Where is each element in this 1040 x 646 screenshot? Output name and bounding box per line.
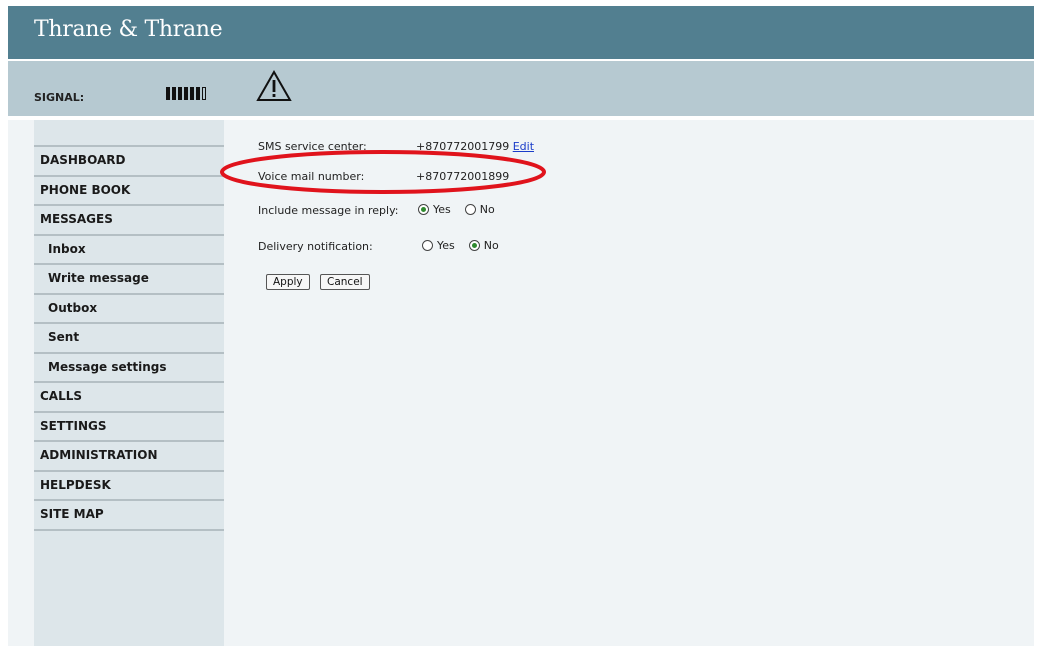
sidebar: DASHBOARD PHONE BOOK MESSAGES Inbox Write me…: [34, 120, 224, 646]
include-message-label: Include message in reply:: [258, 204, 399, 217]
delivery-notification-label: Delivery notification:: [258, 240, 373, 253]
delivery-no-label: No: [483, 239, 499, 252]
sidebar-item-write-message[interactable]: Write message: [34, 265, 224, 295]
sidebar-item-administration[interactable]: ADMINISTRATION: [34, 442, 224, 472]
sidebar-item-helpdesk[interactable]: HELPDESK: [34, 472, 224, 501]
main-area: DASHBOARD PHONE BOOK MESSAGES Inbox Write me…: [8, 120, 1034, 646]
delivery-yes-label: Yes: [437, 239, 455, 252]
sidebar-item-message-settings[interactable]: Message settings: [34, 354, 224, 383]
signal-bar-empty: [202, 87, 206, 100]
signal-bar: [190, 87, 194, 100]
signal-strength-icon: [166, 87, 206, 100]
voicemail-value: +870772001899: [416, 170, 510, 183]
signal-bar: [196, 87, 200, 100]
include-message-no-radio[interactable]: [464, 204, 476, 215]
include-message-radio-group: Yes No: [418, 203, 509, 216]
sidebar-item-site-map[interactable]: SITE MAP: [34, 501, 224, 531]
delivery-no-radio[interactable]: [468, 240, 480, 251]
signal-bar: [184, 87, 188, 100]
sms-center-value: +870772001799: [416, 140, 510, 153]
sidebar-item-dashboard[interactable]: DASHBOARD: [34, 147, 224, 177]
voicemail-label: Voice mail number:: [258, 170, 365, 183]
include-message-no-label: No: [479, 203, 495, 216]
message-settings-form: SMS service center: +870772001799 Edit V…: [258, 134, 958, 334]
signal-bar: [166, 87, 170, 100]
header-bar: Thrane & Thrane: [8, 6, 1034, 59]
sms-center-row: SMS service center: +870772001799 Edit: [258, 140, 534, 153]
apply-button[interactable]: Apply: [266, 274, 310, 290]
brand-logo: Thrane & Thrane: [34, 17, 223, 42]
voicemail-row: Voice mail number: +870772001899: [258, 170, 509, 183]
sidebar-item-sent[interactable]: Sent: [34, 324, 224, 354]
signal-label: SIGNAL:: [34, 91, 85, 104]
include-message-row: Include message in reply:: [258, 204, 399, 217]
delivery-yes-radio[interactable]: [422, 240, 433, 251]
delivery-notification-radio-group: Yes No: [422, 239, 513, 252]
sidebar-item-phone-book[interactable]: PHONE BOOK: [34, 177, 224, 206]
include-message-yes-radio[interactable]: [418, 204, 429, 215]
edit-sms-center-link[interactable]: Edit: [513, 140, 534, 153]
sidebar-item-inbox[interactable]: Inbox: [34, 236, 224, 265]
warning-triangle-icon[interactable]: [256, 69, 292, 103]
sidebar-item-outbox[interactable]: Outbox: [34, 295, 224, 324]
signal-bar: [178, 87, 182, 100]
status-bar: SIGNAL:: [8, 61, 1034, 116]
sidebar-item-messages[interactable]: MESSAGES: [34, 206, 224, 236]
sidebar-nav: DASHBOARD PHONE BOOK MESSAGES Inbox Write me…: [34, 145, 224, 531]
sidebar-item-calls[interactable]: CALLS: [34, 383, 224, 413]
include-message-yes-label: Yes: [433, 203, 451, 216]
sms-center-label: SMS service center:: [258, 140, 367, 153]
sidebar-item-settings[interactable]: SETTINGS: [34, 413, 224, 442]
delivery-notification-row: Delivery notification:: [258, 240, 373, 253]
cancel-button[interactable]: Cancel: [320, 274, 370, 290]
signal-bar: [172, 87, 176, 100]
